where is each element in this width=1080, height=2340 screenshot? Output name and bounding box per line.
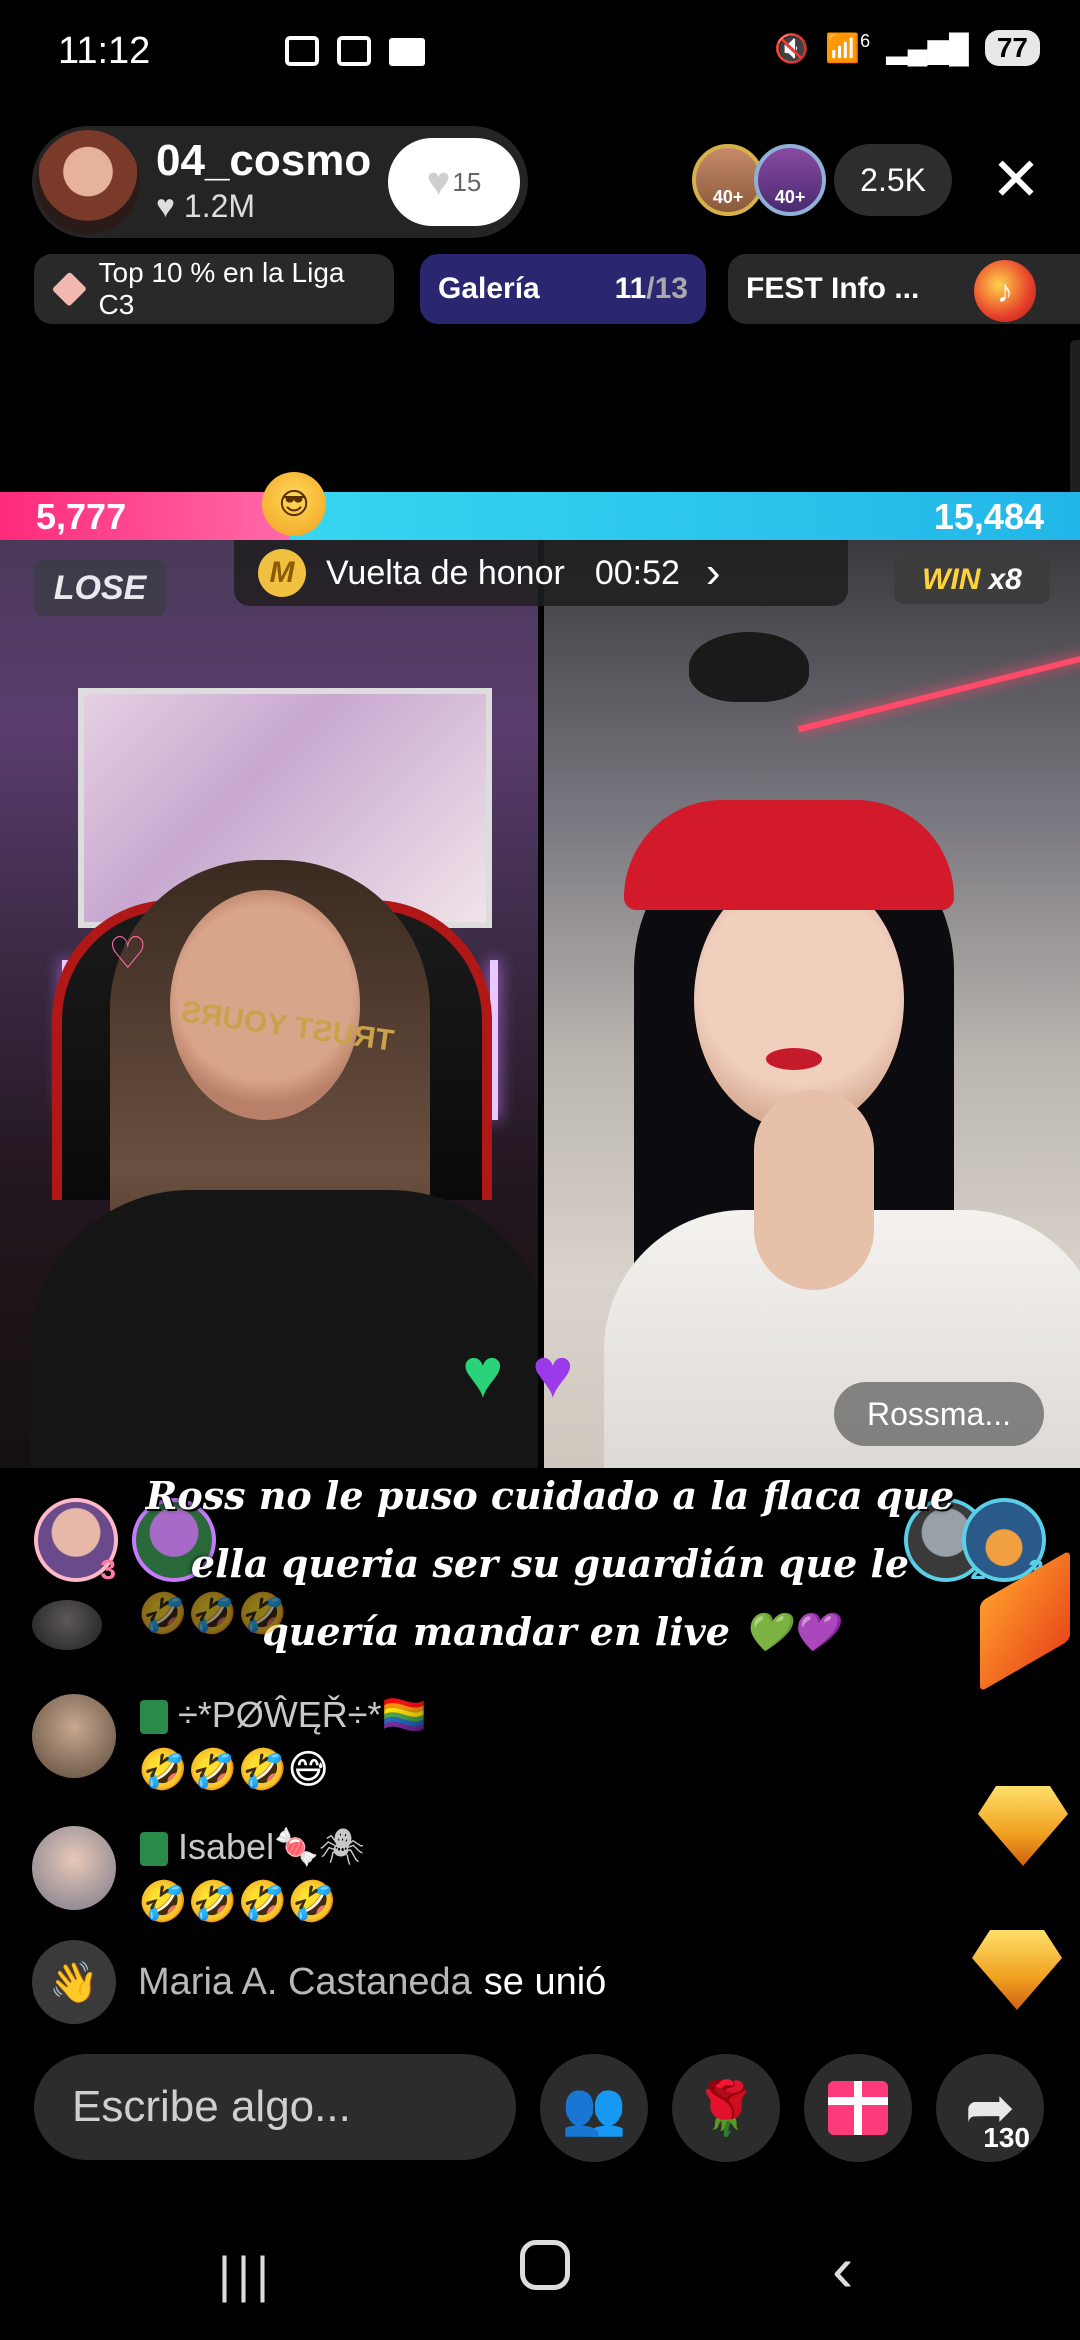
top-viewers[interactable]: 40+ 40+ 2.5K (692, 144, 952, 216)
victory-lap-timer: 00:52 (594, 553, 680, 592)
gift-button[interactable] (804, 2054, 912, 2162)
red-bandana (624, 800, 954, 910)
caption-line: Ross no le puso cuidado a la flaca que (145, 1473, 955, 1518)
right-score: 15,484 (933, 496, 1044, 537)
host-avatar[interactable] (36, 130, 140, 234)
system-icons: 🔇 📶6 ▂▄▆█ 77 (774, 30, 1040, 66)
comment-text: 🤣🤣🤣😅 (138, 1748, 330, 1792)
gallery-current: 11 (614, 272, 647, 305)
host-info[interactable]: 04_cosmo ♥ 1.2M ♥ 15 (32, 126, 528, 238)
lips (766, 1048, 822, 1070)
people-icon: 👥 (561, 2079, 627, 2138)
win-multiplier: x8 (988, 563, 1022, 596)
win-badge: WIN x8 (894, 556, 1050, 604)
commenter-name: Isabel🍬🕷 (140, 1826, 365, 1868)
wifi-icon: 📶6 (825, 31, 871, 64)
heart-outline-icon: ♡ (108, 929, 148, 978)
battery-indicator: 77 (984, 30, 1040, 66)
drink-badge-icon (140, 1700, 168, 1735)
host-video[interactable]: TRUST YOURS (0, 540, 538, 1468)
screenshot-icon (337, 36, 371, 66)
waving-hand-icon[interactable]: 👋 (32, 1940, 116, 2024)
system-nav-bar: ||| ‹ (0, 2190, 1080, 2340)
gallery-progress: 11/13 (615, 272, 688, 306)
commenter-avatar[interactable] (32, 1826, 116, 1910)
viewer-count[interactable]: 2.5K (834, 144, 952, 216)
diamond-icon (51, 271, 87, 307)
fest-label: FEST Info ... (746, 272, 920, 305)
cool-face-icon: 😎 (262, 472, 326, 536)
music-note-icon: ♪ (974, 260, 1036, 322)
neon-strip (797, 653, 1080, 733)
gift-icon (828, 2081, 888, 2135)
back-icon[interactable]: ‹ (832, 2232, 853, 2306)
join-notification: 👋 Maria A. Castaneda se unió (32, 1940, 606, 2024)
gallery-chip[interactable]: Galería 11/13 (420, 254, 706, 324)
guest-person (604, 790, 1080, 1468)
victory-lap-banner[interactable]: M Vuelta de honor 00:52 › (234, 540, 848, 606)
comment-text: 🤣🤣🤣🤣 (138, 1880, 338, 1924)
victory-lap-label: Vuelta de honor (326, 553, 565, 592)
commenter-name: ÷*PØŴĘŘ÷*🏳️‍🌈 (140, 1694, 426, 1736)
heart-icon: ♥ (156, 188, 175, 224)
gallery-label: Galería (438, 272, 540, 305)
joined-user-name[interactable]: Maria A. Castaneda (138, 1961, 472, 2004)
host-name: 04_cosmo (156, 136, 372, 185)
league-rank-chip[interactable]: Top 10 % en la Liga C3 (34, 254, 394, 324)
top-gifter-avatar[interactable]: 3 (34, 1498, 118, 1585)
multi-guest-button[interactable]: 👥 (540, 2054, 648, 2162)
commenter-avatar[interactable] (32, 1694, 116, 1778)
sweatshirt (30, 1190, 538, 1468)
viewer-avatar[interactable]: 40+ (754, 144, 827, 216)
signal-icon: ▂▄▆█ (886, 32, 969, 64)
commenter-name-text: Isabel🍬🕷 (178, 1826, 365, 1867)
commenter-avatar[interactable] (32, 1600, 102, 1650)
host-likes-count: 1.2M (183, 188, 256, 224)
gallery-total: /13 (646, 272, 688, 305)
guest-video[interactable] (544, 540, 1080, 1468)
clock: 11:12 (58, 30, 151, 72)
status-bar: 11:12 🔇 📶6 ▂▄▆█ 77 (0, 0, 1080, 110)
hand (754, 1090, 874, 1290)
share-count: 130 (983, 2122, 1030, 2153)
chevron-right-icon: › (705, 548, 721, 597)
guest-name-tag[interactable]: Rossma... (834, 1382, 1044, 1446)
gifter-rank: 3 (100, 1554, 116, 1585)
rose-icon: 🌹 (693, 2079, 759, 2138)
left-score: 5,777 (36, 496, 127, 537)
host-person (30, 860, 538, 1468)
caption-line: ella queria ser su guardián que le (190, 1541, 910, 1586)
recents-icon[interactable]: ||| (218, 2246, 275, 2304)
lose-badge: LOSE (34, 560, 166, 616)
green-heart-icon: ♥ (462, 1334, 504, 1412)
gem-gift-icon (972, 1930, 1062, 2010)
ceiling-fan (689, 632, 809, 702)
fest-info-chip[interactable]: FEST Info ... ♪ (728, 254, 1080, 324)
join-action: se unió (483, 1960, 607, 2003)
folder-icon (389, 38, 425, 66)
follow-button[interactable]: ♥ 15 (388, 138, 520, 226)
comment-input[interactable]: Escribe algo... (34, 2054, 516, 2160)
screen-record-icon (285, 36, 319, 66)
battle-score-bar: 5,777 15,484 😎 (0, 472, 1080, 540)
host-likes: ♥ 1.2M (156, 188, 255, 225)
gem-gift-icon (978, 1786, 1068, 1866)
share-button[interactable]: ➦ 130 (936, 2054, 1044, 2162)
league-rank-text: Top 10 % en la Liga C3 (98, 257, 345, 320)
notification-icons (285, 36, 425, 66)
close-icon[interactable]: ✕ (982, 146, 1050, 214)
commenter-name-text: ÷*PØŴĘŘ÷*🏳️‍🌈 (178, 1694, 427, 1735)
follow-count: 15 (452, 166, 482, 197)
m-badge-icon: M (258, 549, 306, 597)
win-label: WIN (922, 563, 981, 596)
purple-heart-icon: ♥ (532, 1334, 574, 1412)
wifi-label: 6 (860, 31, 871, 52)
heart-icon: ♥ (426, 159, 451, 204)
home-icon[interactable] (520, 2240, 570, 2290)
mute-icon: 🔇 (774, 32, 810, 64)
drink-badge-icon (140, 1832, 168, 1867)
rose-gift-button[interactable]: 🌹 (672, 2054, 780, 2162)
comment-text: 🤣🤣🤣 (138, 1592, 288, 1636)
